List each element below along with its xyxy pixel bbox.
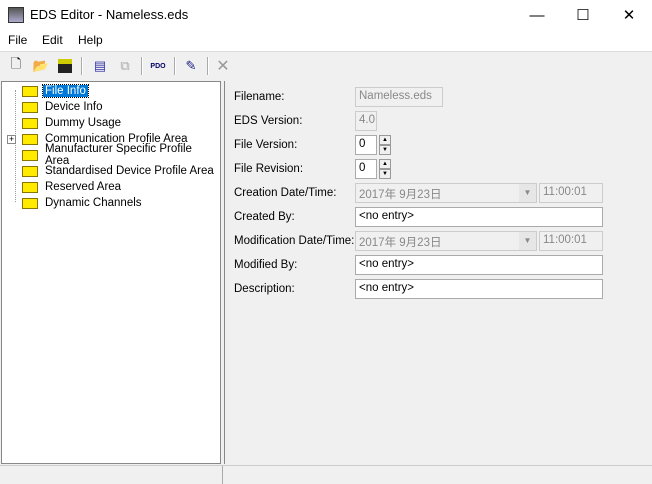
eds-version-field: 4.0 bbox=[355, 111, 377, 131]
delete-icon[interactable]: ✕ bbox=[213, 56, 233, 76]
file-version-spinner[interactable]: ▲ ▼ bbox=[379, 135, 391, 155]
add-pdo-icon[interactable]: PDO bbox=[148, 56, 168, 76]
file-revision-spinner[interactable]: ▲ ▼ bbox=[379, 159, 391, 179]
creation-label: Creation Date/Time: bbox=[234, 187, 337, 199]
filename-field: Nameless.eds bbox=[355, 87, 443, 107]
menu-help[interactable]: Help bbox=[78, 33, 103, 47]
tree-label: Standardised Device Profile Area bbox=[45, 165, 214, 177]
tree-item-manufacturer-specific[interactable]: Manufacturer Specific Profile Area bbox=[22, 143, 220, 167]
file-version-label: File Version: bbox=[234, 139, 298, 151]
tree-item-standardised-device[interactable]: Standardised Device Profile Area bbox=[22, 163, 216, 179]
modified-by-input[interactable]: <no entry> bbox=[355, 255, 603, 275]
toolbar: 🗋 📂 ▤ ⧉ PDO ✎ ✕ bbox=[0, 54, 652, 79]
modification-time-value: 11:00:01 bbox=[543, 234, 587, 246]
tree-item-dynamic-channels[interactable]: Dynamic Channels bbox=[22, 195, 144, 211]
eds-version-label: EDS Version: bbox=[234, 115, 303, 127]
creation-date-picker[interactable]: 2017年 9月23日 ▼ bbox=[355, 183, 537, 203]
folder-icon bbox=[22, 197, 38, 209]
modified-by-label: Modified By: bbox=[234, 259, 298, 271]
file-revision-label: File Revision: bbox=[234, 163, 304, 175]
description-label: Description: bbox=[234, 283, 295, 295]
app-icon bbox=[8, 7, 24, 23]
folder-icon bbox=[22, 117, 38, 129]
expand-icon[interactable]: + bbox=[7, 135, 16, 144]
modification-time-field[interactable]: 11:00:01 bbox=[539, 231, 603, 251]
edit-object-icon[interactable]: ✎ bbox=[181, 56, 201, 76]
tree-label: Dynamic Channels bbox=[45, 197, 142, 209]
new-file-icon[interactable]: 🗋 bbox=[6, 56, 26, 76]
tree-label: Dummy Usage bbox=[45, 117, 122, 129]
created-by-label: Created By: bbox=[234, 211, 295, 223]
maximize-button[interactable]: ☐ bbox=[560, 0, 606, 30]
minimize-button[interactable]: — bbox=[514, 0, 560, 30]
chevron-down-icon[interactable]: ▼ bbox=[519, 184, 536, 202]
file-version-input[interactable]: 0 bbox=[355, 135, 377, 155]
tree-view[interactable]: + File Info Device Info Dummy Usage Comm… bbox=[1, 81, 221, 464]
add-object-icon[interactable]: ▤ bbox=[90, 56, 110, 76]
tree-label: Reserved Area bbox=[45, 181, 122, 193]
tree-item-reserved-area[interactable]: Reserved Area bbox=[22, 179, 123, 195]
menu-edit[interactable]: Edit bbox=[42, 33, 63, 47]
file-revision-input[interactable]: 0 bbox=[355, 159, 377, 179]
open-folder-icon[interactable]: 📂 bbox=[31, 56, 51, 76]
filename-label: Filename: bbox=[234, 91, 285, 103]
folder-icon bbox=[22, 165, 38, 177]
folder-icon bbox=[22, 149, 38, 161]
folder-icon bbox=[22, 133, 38, 145]
menu-file[interactable]: File bbox=[8, 33, 27, 47]
creation-time-field[interactable]: 11:00:01 bbox=[539, 183, 603, 203]
tree-label: Device Info bbox=[45, 101, 103, 113]
close-button[interactable]: ✕ bbox=[606, 0, 652, 30]
folder-icon bbox=[22, 85, 38, 97]
modification-date-picker[interactable]: 2017年 9月23日 ▼ bbox=[355, 231, 537, 251]
save-icon[interactable] bbox=[55, 56, 75, 76]
status-bar bbox=[0, 465, 652, 484]
pdo-label: PDO bbox=[150, 62, 166, 70]
menu-bar: File Edit Help bbox=[0, 30, 652, 52]
copy-icon[interactable]: ⧉ bbox=[115, 56, 135, 76]
title-bar: EDS Editor - Nameless.eds — ☐ ✕ bbox=[0, 0, 652, 30]
folder-icon bbox=[22, 101, 38, 113]
tree-item-device-info[interactable]: Device Info bbox=[22, 99, 105, 115]
creation-time-value: 11:00:01 bbox=[543, 186, 587, 198]
modification-date-value: 2017年 9月23日 bbox=[359, 237, 442, 249]
chevron-down-icon[interactable]: ▼ bbox=[519, 232, 536, 250]
folder-icon bbox=[22, 181, 38, 193]
tree-label: File Info bbox=[42, 84, 89, 98]
window-title: EDS Editor - Nameless.eds bbox=[30, 7, 189, 22]
description-input[interactable]: <no entry> bbox=[355, 279, 603, 299]
modification-label: Modification Date/Time: bbox=[234, 235, 355, 247]
tree-item-dummy-usage[interactable]: Dummy Usage bbox=[22, 115, 123, 131]
created-by-input[interactable]: <no entry> bbox=[355, 207, 603, 227]
tree-item-file-info[interactable]: File Info bbox=[22, 83, 89, 99]
creation-date-value: 2017年 9月23日 bbox=[359, 189, 442, 201]
